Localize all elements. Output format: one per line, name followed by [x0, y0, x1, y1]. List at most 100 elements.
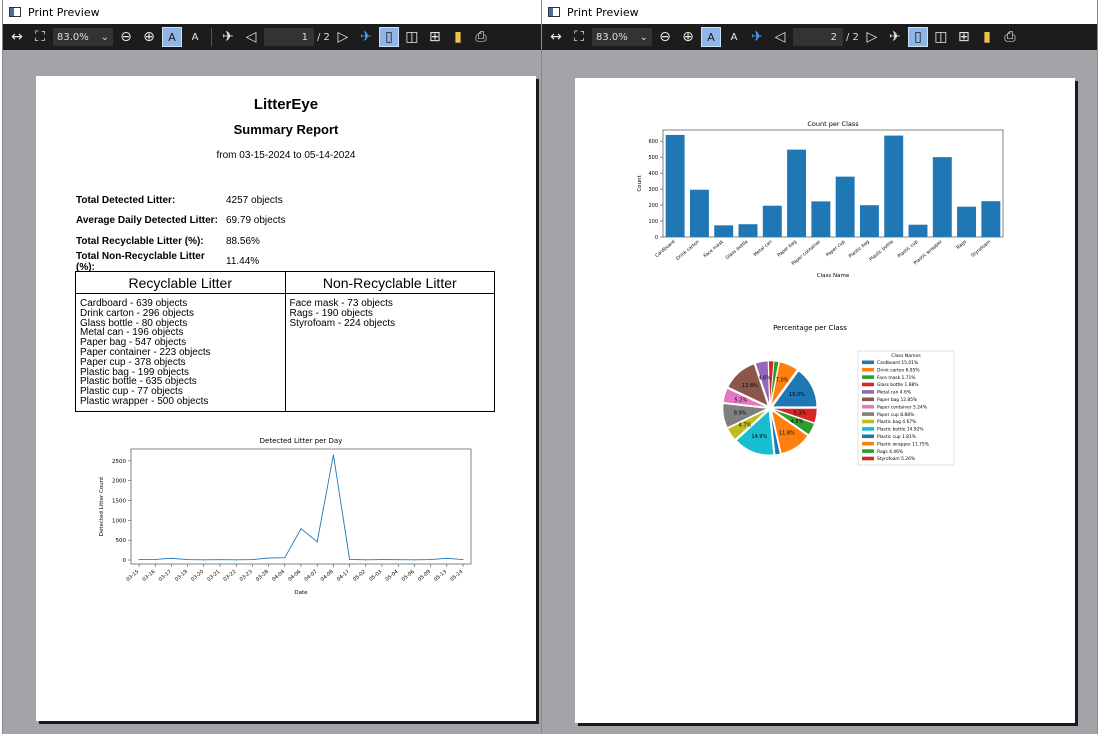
single-page-icon[interactable]: ▯ [378, 27, 399, 47]
bar [811, 201, 831, 237]
x-tick-label: 03-16 [141, 569, 156, 583]
fit-page-icon[interactable]: ⛶ [30, 27, 50, 47]
table-header: Recyclable Litter Non-Recyclable Litter [76, 272, 494, 294]
stat-label: Total Recyclable Litter (%): [76, 235, 204, 247]
zoom-in-icon[interactable]: ⊕ [139, 27, 159, 47]
y-tick-label: 200 [648, 203, 658, 209]
x-tick-label: Plastic bag [848, 239, 871, 260]
facing-pages-icon[interactable]: ◫ [931, 27, 951, 47]
legend-swatch [862, 397, 874, 402]
line-chart-svg: Detected Litter per Day 0 500 1000 1500 2000 2… [99, 437, 472, 596]
y-tick-label: 0 [655, 235, 658, 241]
slice-label: 4.7% [739, 422, 752, 428]
data-point [430, 559, 432, 561]
zoom-select[interactable]: 83.0% ⌄ [592, 28, 652, 46]
zoom-out-icon[interactable]: ⊖ [116, 27, 136, 47]
data-point [219, 559, 221, 561]
page-setup-icon[interactable]: ▮ [448, 27, 468, 47]
landscape-icon[interactable]: A [185, 27, 205, 47]
legend-entry: Plastic bottle 14.92% [877, 427, 924, 433]
all-pages-icon[interactable]: ⊞ [425, 27, 445, 47]
data-point [251, 559, 253, 561]
portrait-icon[interactable]: A [162, 27, 182, 47]
facing-pages-icon[interactable]: ◫ [402, 27, 422, 47]
data-point [316, 541, 318, 543]
x-tick-label: 04-07 [303, 569, 318, 583]
x-tick-label: 05-06 [401, 569, 416, 583]
pie-chart-svg: Percentage per Class 15.0% 7.0% 4.6%12.8% 5.… [722, 324, 955, 466]
y-tick-label: 400 [648, 171, 658, 177]
x-tick-label: Rags [955, 239, 968, 251]
fit-page-icon[interactable]: ⛶ [569, 27, 589, 47]
fit-width-icon[interactable]: ↔ [546, 27, 566, 47]
legend-swatch [862, 434, 874, 439]
zoom-value: 83.0% [596, 31, 628, 43]
bar [665, 134, 685, 237]
legend-entry: Rags 4.46% [877, 449, 903, 455]
print-preview-window-right: Print Preview ↔ ⛶ 83.0% ⌄ ⊖ ⊕ A A ✈ ◁ 2 /… [541, 0, 1098, 734]
fit-width-icon[interactable]: ↔ [7, 27, 27, 47]
line-series [138, 454, 464, 561]
previous-page-icon[interactable]: ◁ [770, 27, 790, 47]
previous-page-icon[interactable]: ◁ [241, 27, 261, 47]
x-axis-label: Class Name [817, 273, 850, 279]
x-tick-label: 05-03 [368, 569, 383, 583]
legend-entry: Drink carton 6.95% [877, 367, 920, 373]
first-page-icon[interactable]: ✈ [747, 27, 767, 47]
pie-chart: Percentage per Class 15.0% 7.0% 4.6% 12.8% 5.… [675, 318, 975, 483]
legend-swatch [862, 375, 874, 379]
legend-entry: Paper container 5.24% [877, 404, 927, 410]
data-point [154, 558, 156, 560]
landscape-icon[interactable]: A [724, 27, 744, 47]
x-tick-label: 04-04 [271, 569, 286, 583]
x-tick-label: Metal can [753, 239, 774, 258]
page-setup-icon[interactable]: ▮ [977, 27, 997, 47]
legend-entry: Styrofoam 5.26% [877, 456, 915, 462]
data-point [397, 559, 399, 561]
zoom-in-icon[interactable]: ⊕ [678, 27, 698, 47]
next-page-icon[interactable]: ▷ [333, 27, 353, 47]
page-input[interactable]: 2 [793, 28, 843, 46]
legend-swatch [862, 427, 874, 431]
data-point [462, 559, 464, 561]
legend-swatch [862, 382, 874, 387]
zoom-select[interactable]: 83.0% ⌄ [53, 28, 113, 46]
data-point [349, 558, 351, 560]
zoom-out-icon[interactable]: ⊖ [655, 27, 675, 47]
data-point [446, 557, 448, 559]
y-tick-label: 2500 [112, 459, 126, 465]
x-tick-label: 05-02 [352, 569, 367, 583]
print-icon[interactable]: ⎙ [1000, 27, 1020, 47]
bar [859, 205, 879, 237]
toolbar: ↔ ⛶ 83.0% ⌄ ⊖ ⊕ A A ✈ ◁ 2 / 2 ▷ ✈ ▯ ◫ ⊞ ▮… [542, 24, 1097, 50]
first-page-icon[interactable]: ✈ [218, 27, 238, 47]
report-subtitle: Summary Report [233, 122, 339, 137]
chevron-down-icon: ⌄ [639, 31, 648, 43]
list-item: Plastic wrapper - 500 objects [80, 395, 209, 407]
legend-entry: Face mask 1.71% [877, 375, 915, 381]
x-tick-label: 04-06 [287, 569, 302, 583]
stat-value: 4257 objects [226, 194, 283, 206]
single-page-icon[interactable]: ▯ [907, 27, 928, 47]
portrait-icon[interactable]: A [701, 27, 721, 47]
legend-entry: Plastic cup 1.81% [877, 434, 916, 440]
nonrecyclable-header: Non-Recyclable Litter [322, 275, 457, 291]
page-input[interactable]: 1 [264, 28, 314, 46]
recyclable-table: Recyclable Litter Non-Recyclable Litter … [75, 271, 495, 412]
line-chart: Detected Litter per Day 0 500 1000 1500 2000 2… [91, 431, 491, 606]
x-tick-label: 05-04 [384, 569, 399, 583]
all-pages-icon[interactable]: ⊞ [954, 27, 974, 47]
legend-entry: Paper cup 8.88% [877, 412, 914, 418]
print-icon[interactable]: ⎙ [471, 27, 491, 47]
next-page-icon[interactable]: ▷ [862, 27, 882, 47]
stat-label: Total Non-Recyclable Litter (%): [76, 250, 205, 273]
last-page-icon[interactable]: ✈ [885, 27, 905, 47]
legend-entry: Plastic bag 4.67% [877, 419, 916, 425]
window-title: Print Preview [28, 5, 100, 19]
x-tick-label: 03-20 [190, 569, 205, 583]
legend-swatch [862, 390, 874, 394]
x-tick-label: 05-13 [433, 569, 448, 583]
x-tick-label: 03-15 [125, 569, 140, 583]
y-tick-label: 1500 [112, 499, 126, 505]
last-page-icon[interactable]: ✈ [356, 27, 376, 47]
